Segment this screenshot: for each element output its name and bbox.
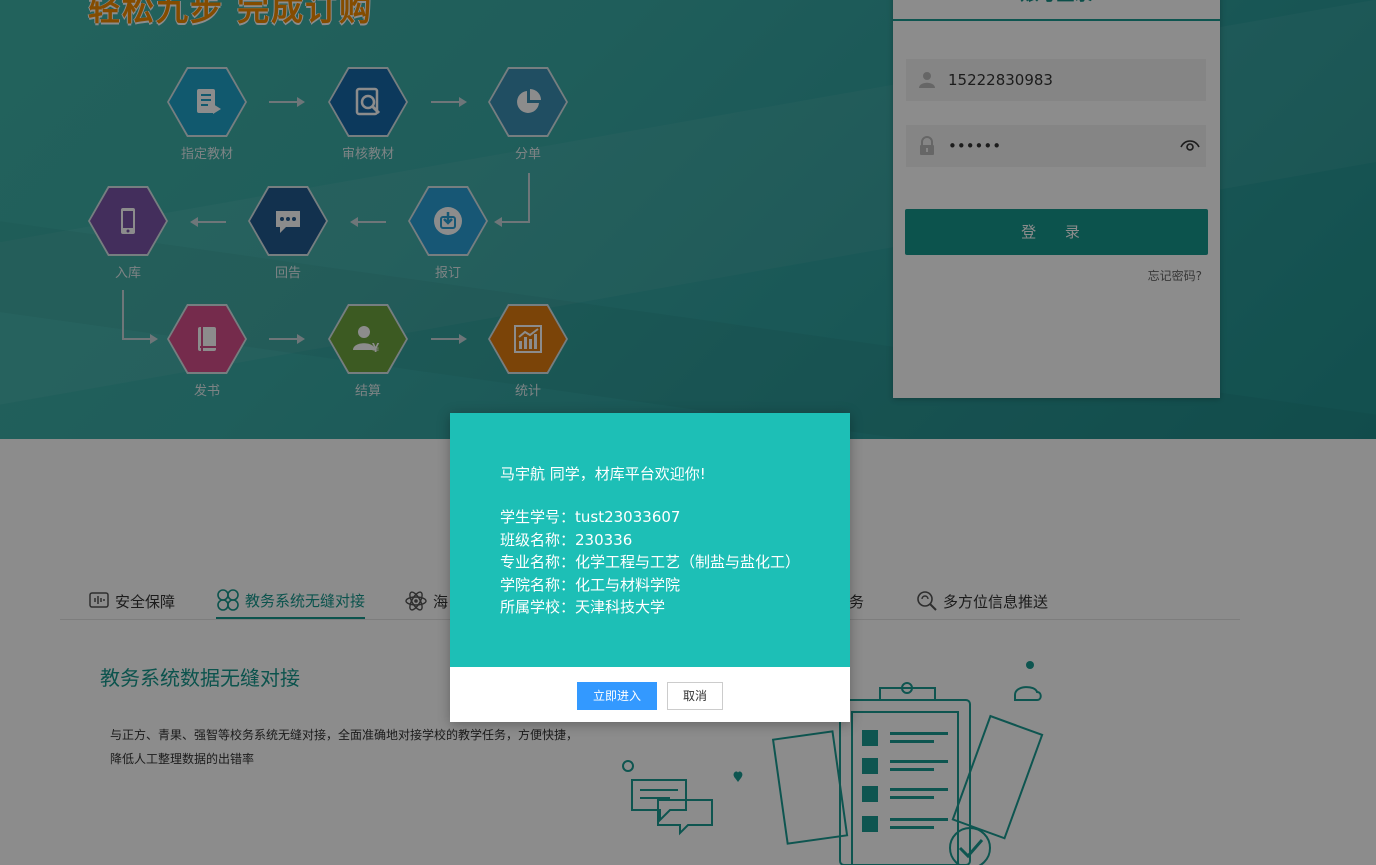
school-row: 所属学校：天津科技大学 xyxy=(500,596,850,619)
dialog-body: 马宇航 同学，材库平台欢迎你! 学生学号：tust23033607 班级名称：2… xyxy=(450,413,850,667)
row-label: 所属学校： xyxy=(500,598,576,616)
row-value: tust23033607 xyxy=(575,508,681,526)
row-label: 学院名称： xyxy=(500,575,576,594)
row-value: 化学工程与工艺（制盐与盐化工） xyxy=(575,553,801,571)
major-row: 专业名称：化学工程与工艺（制盐与盐化工） xyxy=(500,551,850,574)
row-value: 化工与材料学院 xyxy=(575,575,681,594)
cancel-button[interactable]: 取消 xyxy=(667,682,723,710)
welcome-message: 马宇航 同学，材库平台欢迎你! xyxy=(500,465,706,483)
row-label: 专业名称： xyxy=(500,553,576,571)
row-value: 230336 xyxy=(575,530,633,549)
welcome-dialog: 马宇航 同学，材库平台欢迎你! 学生学号：tust23033607 班级名称：2… xyxy=(450,413,850,722)
row-label: 学生学号： xyxy=(500,508,576,526)
row-label: 班级名称： xyxy=(500,530,576,549)
student-id-row: 学生学号：tust23033607 xyxy=(500,506,850,529)
enter-now-button[interactable]: 立即进入 xyxy=(577,682,657,710)
class-name-row: 班级名称：230336 xyxy=(500,529,850,552)
dialog-footer: 立即进入 取消 xyxy=(450,667,850,722)
college-row: 学院名称：化工与材料学院 xyxy=(500,574,850,597)
row-value: 天津科技大学 xyxy=(575,598,666,616)
